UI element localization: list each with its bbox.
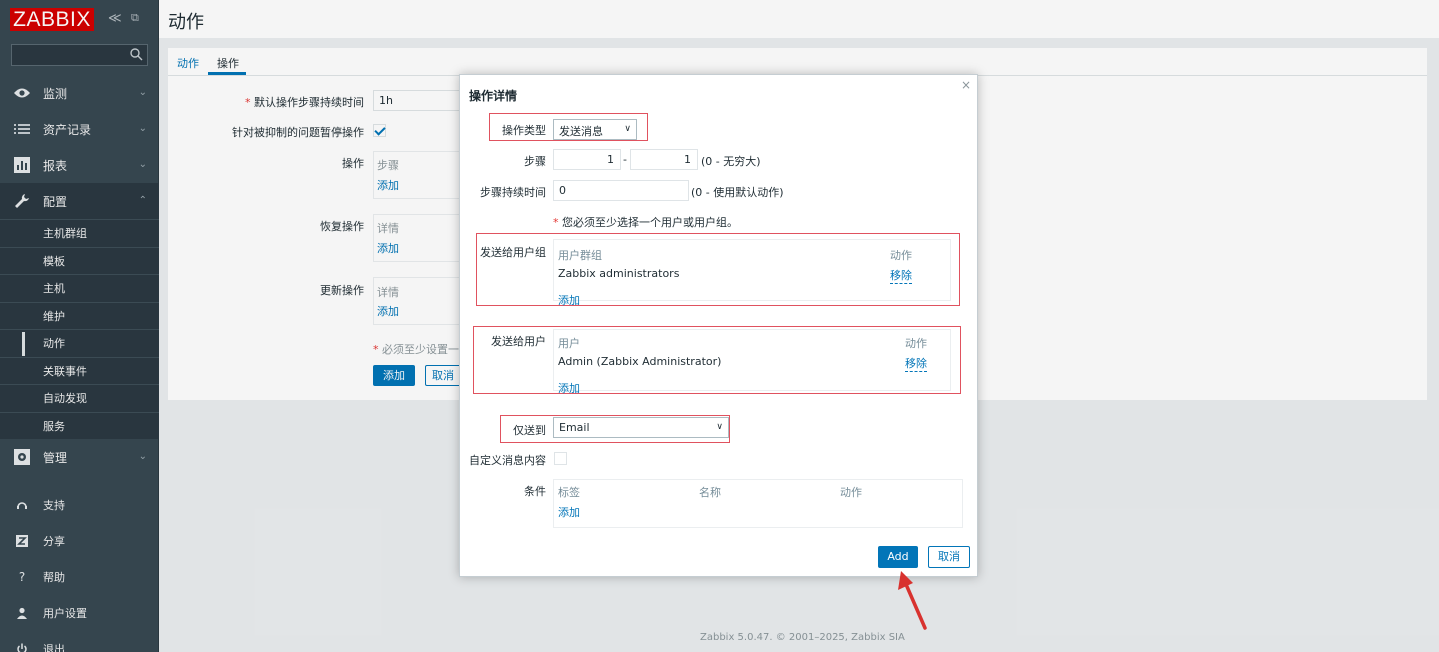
- groups-add-link[interactable]: 添加: [558, 292, 580, 308]
- send-only-to-label: 仅送到: [513, 424, 546, 437]
- steps-label: 步骤: [524, 155, 546, 168]
- operation-type-select[interactable]: 发送消息 ∨: [553, 119, 637, 140]
- close-icon[interactable]: ×: [961, 78, 971, 92]
- steps-hint: (0 - 无穷大): [701, 155, 761, 168]
- user-remove-link[interactable]: 移除: [905, 355, 927, 372]
- cond-col-name: 名称: [699, 486, 721, 499]
- custom-message-checkbox[interactable]: [554, 452, 567, 465]
- cond-col-action: 动作: [840, 486, 862, 499]
- user-row-name: Admin (Zabbix Administrator): [558, 355, 722, 368]
- users-col-action: 动作: [905, 337, 927, 350]
- annotation-arrow-icon: [898, 571, 927, 630]
- chevron-down-icon: ∨: [716, 422, 723, 432]
- group-row-name: Zabbix administrators: [558, 267, 680, 280]
- conditions-add-link[interactable]: 添加: [558, 504, 580, 520]
- send-to-groups-label: 发送给用户组: [480, 246, 546, 259]
- send-to-users-label: 发送给用户: [491, 335, 546, 348]
- dialog-add-button[interactable]: Add: [878, 546, 918, 568]
- must-select-note: * 您必须至少选择一个用户或用户组。: [553, 216, 738, 229]
- chevron-down-icon: ∨: [624, 124, 631, 134]
- send-only-to-select[interactable]: Email ∨: [553, 417, 729, 438]
- group-remove-link[interactable]: 移除: [890, 267, 912, 284]
- operation-type-value: 发送消息: [559, 125, 603, 138]
- dialog-cancel-button[interactable]: 取消: [928, 546, 970, 568]
- users-col-name: 用户: [558, 337, 580, 350]
- conditions-label: 条件: [524, 485, 546, 498]
- groups-col-name: 用户群组: [558, 249, 602, 262]
- users-add-link[interactable]: 添加: [558, 380, 580, 396]
- step-duration-input[interactable]: 0: [553, 180, 689, 201]
- operation-details-dialog: 操作详情 × 操作类型 发送消息 ∨ 步骤 1 - 1 (0 - 无穷大) 步骤…: [459, 74, 978, 577]
- send-only-to-value: Email: [559, 421, 590, 434]
- step-dash: -: [623, 153, 627, 166]
- groups-col-action: 动作: [890, 249, 912, 262]
- step-to-input[interactable]: 1: [630, 149, 698, 170]
- operation-type-label: 操作类型: [502, 124, 546, 137]
- conditions-table: [553, 479, 963, 528]
- custom-message-label: 自定义消息内容: [469, 454, 546, 467]
- cond-col-label: 标签: [558, 486, 580, 499]
- step-duration-label: 步骤持续时间: [480, 186, 546, 199]
- step-from-input[interactable]: 1: [553, 149, 621, 170]
- dialog-title: 操作详情: [469, 89, 518, 103]
- step-duration-hint: (0 - 使用默认动作): [691, 186, 784, 199]
